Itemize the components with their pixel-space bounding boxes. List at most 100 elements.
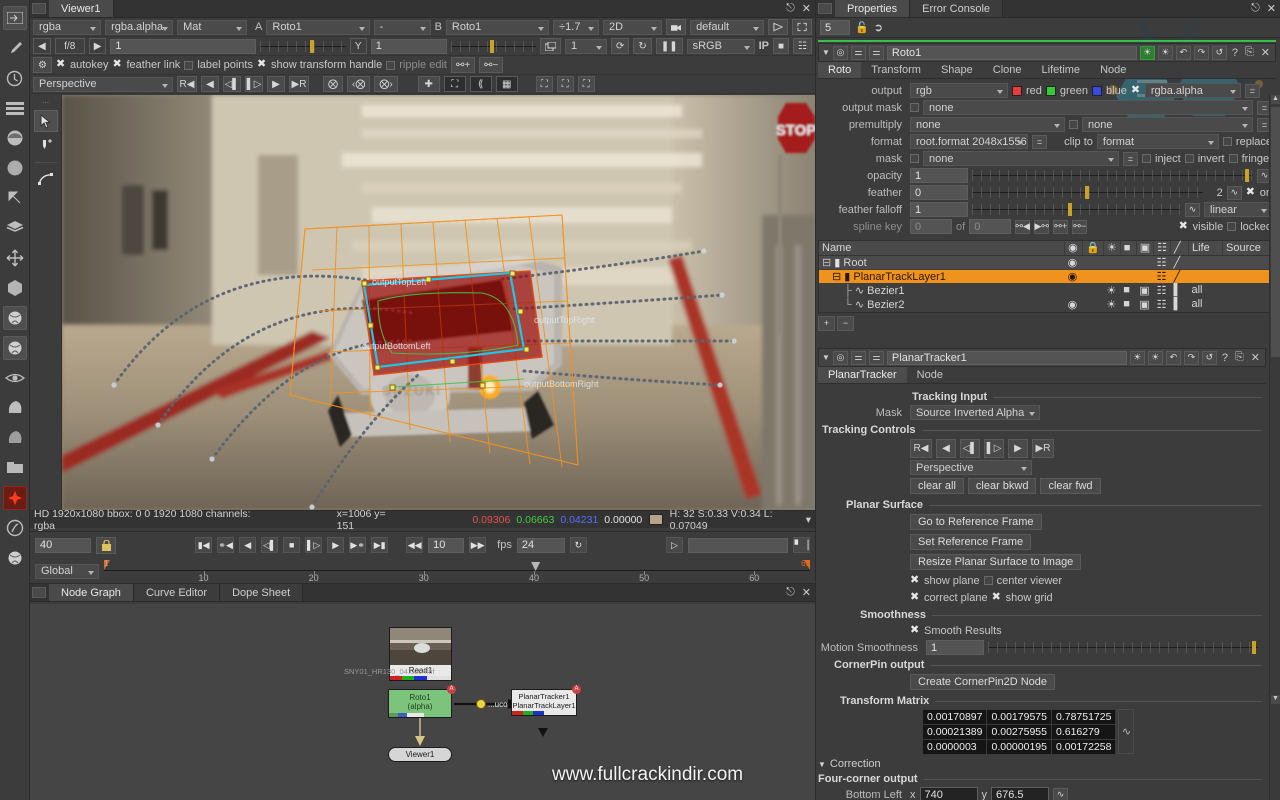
create-cornerpin-button[interactable]: Create CornerPin2D Node <box>910 674 1055 690</box>
help-icon[interactable]: ? <box>1230 47 1240 59</box>
clip-to-dropdown[interactable]: format <box>1097 134 1219 149</box>
tab-lifetime[interactable]: Lifetime <box>1032 62 1091 78</box>
playback-mode-icon[interactable]: ▷ <box>666 537 683 553</box>
panel-grip-icon[interactable] <box>32 3 46 14</box>
cell-feather[interactable]: ╱ <box>1171 255 1189 269</box>
correct-plane-check-icon[interactable]: ✖ <box>910 593 920 603</box>
layer-name-planartracklayer1[interactable]: ⊟ ▮ PlanarTrackLayer1 <box>819 269 1065 283</box>
gear-icon[interactable]: ⚙ <box>33 57 52 73</box>
play-backward-button[interactable]: ◀ <box>239 537 256 553</box>
circle-icon[interactable] <box>3 156 27 180</box>
gain-incr-button[interactable]: ▶ <box>89 38 107 54</box>
clear-bkwd-button[interactable]: clear bkwd <box>968 478 1037 494</box>
node-graph-canvas[interactable]: ...uco Read1 SNY01_HR130_04.0004.ti <box>30 604 815 800</box>
colorspace-dropdown[interactable]: sRGB <box>687 39 755 54</box>
pin-count-input[interactable]: 5 <box>820 20 850 35</box>
layer-name-root[interactable]: ⊟ ▮ Root <box>819 255 1065 269</box>
close-icon[interactable]: ✕ <box>1267 2 1276 15</box>
planartracker-node-name[interactable]: PlanarTracker1 <box>887 351 1127 365</box>
refresh-icon[interactable]: ⟳ <box>611 38 629 54</box>
scroll-up-arrow-icon[interactable]: ▲ <box>1271 95 1280 104</box>
zoom-to-fit-icon[interactable]: ⛶ <box>557 76 574 92</box>
transform-matrix-table[interactable]: 0.00170897 0.00179575 0.78751725 0.00021… <box>922 709 1116 755</box>
play-forward-button[interactable]: ▶ <box>327 537 344 553</box>
undo-icon[interactable]: ↶ <box>1166 351 1181 365</box>
lock-icon[interactable] <box>96 537 116 554</box>
pause-icon[interactable]: ❚❚ <box>656 38 683 54</box>
bezier-curve-tool[interactable] <box>34 168 58 190</box>
float-panel-icon[interactable]: ⎋ <box>1251 2 1260 15</box>
table-row[interactable]: ⊟ ▮ Root ◉ ☷ ╱ <box>819 255 1275 269</box>
float-panel-icon[interactable]: ⎘ <box>1243 46 1256 59</box>
input-a-alt-dropdown[interactable]: - <box>374 20 431 35</box>
step-backward-button[interactable]: ◁▌ <box>960 439 980 458</box>
expression-icon[interactable]: = <box>1123 152 1138 166</box>
cell-feather[interactable]: ╱ <box>1171 269 1189 283</box>
cell-visibility[interactable]: ◉ <box>1065 255 1083 269</box>
feather-slider[interactable] <box>972 185 1203 200</box>
node-color-icon[interactable]: ◎ <box>833 351 848 365</box>
viewer-process-dropdown[interactable]: default <box>690 20 764 35</box>
unlock-icon[interactable]: 🔓 <box>855 21 869 34</box>
particles-icon[interactable] <box>3 486 27 510</box>
gamma-input[interactable]: 1 <box>371 39 447 54</box>
tab-planartracker[interactable]: PlanarTracker <box>818 367 907 383</box>
camera-icon[interactable] <box>666 19 686 35</box>
cell-clone[interactable]: ☷ <box>1154 297 1171 311</box>
tab-properties[interactable]: Properties <box>835 0 910 17</box>
node-read1[interactable]: Read1 SNY01_HR130_04.0004.tif <box>389 627 452 681</box>
del-key-icon[interactable]: ⚯− <box>1072 220 1087 234</box>
panel-grip-icon[interactable] <box>32 587 46 598</box>
disable-icon[interactable]: ☀ <box>1148 351 1163 365</box>
fringe-checkbox[interactable] <box>1229 154 1238 163</box>
feather-input[interactable]: 0 <box>910 185 968 200</box>
disable-icon[interactable]: ☀ <box>1158 46 1173 60</box>
visible-check-icon[interactable]: ✖ <box>1179 222 1189 232</box>
animation-curve-icon[interactable]: ∿ <box>1185 203 1200 217</box>
close-icon[interactable]: ✕ <box>1259 46 1272 59</box>
correction-group-header[interactable]: ▼ Correction <box>818 758 1262 770</box>
help-icon[interactable]: ? <box>1220 352 1230 364</box>
track-forward-button[interactable]: ▶ <box>1008 439 1028 458</box>
panel-grip-icon[interactable] <box>818 3 832 14</box>
cell-motionblur[interactable]: ▣ <box>1136 283 1153 297</box>
revert-icon[interactable]: ↺ <box>1212 46 1227 60</box>
redo-icon[interactable]: ↷ <box>1184 351 1199 365</box>
expression-icon[interactable]: = <box>1032 135 1047 149</box>
layer-name-bezier2[interactable]: └ ∿ Bezier2 <box>819 297 1065 311</box>
clear-forward-keys-icon[interactable]: ⨂› <box>374 76 397 92</box>
alpha-check-icon[interactable]: ■ <box>773 38 789 54</box>
add-key-icon[interactable]: ⚯+ <box>1053 220 1068 234</box>
label-points-toggle[interactable]: label points <box>184 59 253 71</box>
collapse-arrow-icon[interactable]: ▼ <box>818 760 826 769</box>
folder-icon[interactable] <box>3 456 27 480</box>
layer-dropdown[interactable]: rgba.alpha <box>105 20 173 35</box>
replace-checkbox[interactable] <box>1223 137 1232 146</box>
fit-to-window-icon[interactable]: ⛶ <box>536 76 553 92</box>
cusp-tool-icon[interactable]: ⟪ <box>470 76 492 92</box>
tracking-mask-dropdown[interactable]: Source Inverted Alpha <box>910 405 1040 420</box>
feather-on-check-icon[interactable]: ✖ <box>1246 188 1256 198</box>
output-dropdown[interactable]: rgb <box>910 83 1008 98</box>
spline-key-total-input[interactable]: 0 <box>969 219 1011 234</box>
cell-clone[interactable]: ☷ <box>1154 283 1171 297</box>
cell-blend[interactable]: ☀ <box>1103 283 1120 297</box>
node-pin-icon[interactable]: ⚌ <box>851 351 866 365</box>
node-planartracker1[interactable]: PlanarTracker1 PlanarTrackLayer1 A <box>511 689 577 716</box>
falloff-type-dropdown[interactable]: linear <box>1204 202 1272 217</box>
center-viewer-checkbox[interactable] <box>984 576 993 585</box>
increment-button[interactable]: ▶▶ <box>469 537 486 553</box>
next-keyframe-button[interactable]: ▶⚭ <box>349 537 366 553</box>
status-menu-icon[interactable]: ▾ <box>806 514 811 526</box>
properties-scrollbar[interactable]: ▲ ▼ <box>1269 95 1280 800</box>
reload-icon[interactable]: ↻ <box>633 38 651 54</box>
alpha-channel-dropdown[interactable]: rgba.alpha <box>1145 83 1241 98</box>
tab-curve-editor[interactable]: Curve Editor <box>134 584 220 601</box>
stop-button[interactable]: ■ <box>283 537 300 553</box>
tab-clone[interactable]: Clone <box>983 62 1032 78</box>
goto-end-button[interactable]: ▶▮ <box>371 537 388 553</box>
step-forward-button[interactable]: ▌▷ <box>245 76 263 92</box>
table-row[interactable]: ⊟ ▮ PlanarTrackLayer1 ◉ ☷ ╱ <box>819 269 1275 283</box>
collapse-arrow-icon[interactable]: ▼ <box>822 48 830 57</box>
paint-brush-icon[interactable] <box>3 36 27 60</box>
